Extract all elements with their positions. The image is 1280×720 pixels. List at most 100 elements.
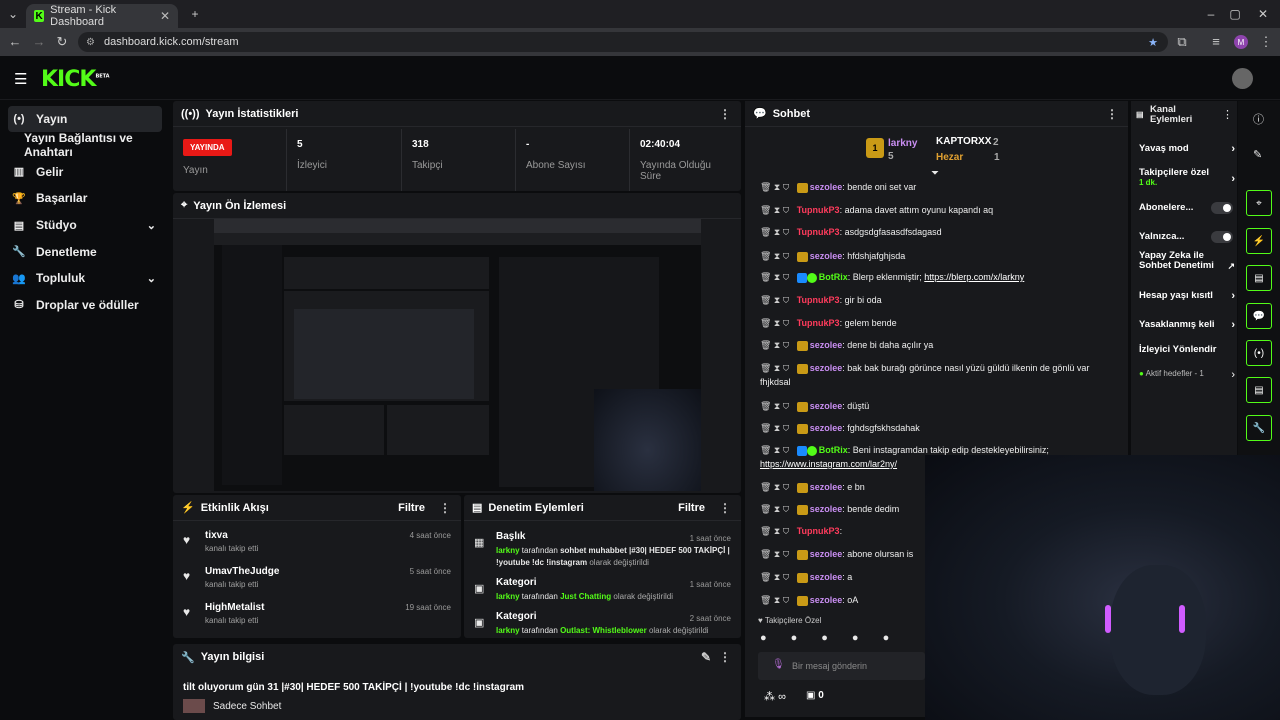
chat-username[interactable]: BotRix (819, 445, 848, 455)
kick-logo[interactable]: KICKBETA (41, 67, 110, 92)
chat-username[interactable]: sezolee (810, 401, 843, 411)
chat-username[interactable]: sezolee (810, 595, 843, 605)
chat-bubble-icon[interactable]: 💬 (1246, 303, 1272, 329)
chat-username[interactable]: BotRix (819, 272, 848, 282)
extensions-icon[interactable]: ⧉ (1174, 34, 1190, 50)
sidebar-item-gelir[interactable]: ▥ Gelir (0, 159, 170, 186)
more-options-icon[interactable]: ⋮ (1222, 108, 1233, 121)
more-options-icon[interactable]: ⋮ (439, 501, 451, 515)
more-options-icon[interactable]: ⋮ (1106, 107, 1118, 121)
mod-tools-icon[interactable]: 🗑 ⧗ ⛉ (760, 595, 792, 605)
chat-username[interactable]: sezolee (810, 482, 843, 492)
subscribers-only-action[interactable]: Abonelere... (1139, 202, 1233, 214)
leaderboard-name[interactable]: larkny (888, 138, 917, 149)
banned-words-action[interactable]: Yasaklanmış keli › (1139, 319, 1235, 331)
chat-username[interactable]: TupnukP3 (797, 318, 840, 328)
mod-tools-icon[interactable]: 🗑 ⧗ ⛉ (760, 227, 792, 237)
chat-username[interactable]: sezolee (810, 423, 843, 433)
new-tab-icon[interactable]: + (186, 5, 204, 23)
edit-pencil-icon[interactable]: ✎ (701, 650, 711, 664)
info-icon[interactable]: ⓘ (1253, 111, 1264, 127)
sidebar-item-stream-key[interactable]: Yayın Bağlantısı ve Anahtarı (0, 131, 170, 159)
mod-tools-icon[interactable]: 🗑 ⧗ ⛉ (760, 482, 792, 492)
chat-username[interactable]: sezolee (810, 504, 843, 514)
active-goals-action[interactable]: ● Aktif hedefler - 1 › (1139, 369, 1235, 381)
chat-link[interactable]: https://www.instagram.com/lar2ny/ (760, 459, 897, 469)
slow-mode-action[interactable]: Yavaş mod › (1139, 143, 1235, 155)
hamburger-menu-icon[interactable]: ☰ (14, 70, 27, 88)
back-icon[interactable]: ← (7, 34, 23, 49)
chat-username[interactable]: sezolee (810, 572, 843, 582)
forward-icon[interactable]: → (31, 34, 47, 49)
broadcast-icon[interactable]: (•) (1246, 340, 1272, 366)
emotes-only-toggle[interactable] (1211, 231, 1233, 243)
subscribers-only-toggle[interactable] (1211, 202, 1233, 214)
document-icon[interactable]: ▤ (1246, 265, 1272, 291)
microphone-icon[interactable]: 🎙 (772, 659, 785, 670)
mod-tools-icon[interactable]: 🗑 ⧗ ⛉ (760, 504, 792, 514)
sidebar-item-droplar[interactable]: ⛁ Droplar ve ödüller (0, 292, 170, 319)
user-avatar[interactable] (1232, 68, 1253, 89)
browser-tab[interactable]: K Stream - Kick Dashboard ✕ (26, 4, 178, 28)
more-options-icon[interactable]: ⋮ (719, 650, 731, 664)
mod-tools-icon[interactable]: 🗑 ⧗ ⛉ (760, 549, 792, 559)
leaderboard-name[interactable]: Hezar (936, 152, 963, 163)
ai-moderation-action[interactable]: Yapay Zeka ile Sohbet Denetimi ↗ (1139, 251, 1235, 272)
bolt-icon[interactable]: ⚡ (1246, 228, 1272, 254)
stream-preview-video[interactable] (214, 219, 701, 491)
mod-tools-icon[interactable]: 🗑 ⧗ ⛉ (760, 423, 792, 433)
pinned-filter-icon[interactable]: ⏷ (931, 168, 939, 179)
tab-search-icon[interactable]: ⌄ (4, 5, 22, 23)
edit-pencil-icon[interactable]: ✎ (1253, 148, 1262, 161)
mod-tools-icon[interactable]: 🗑 ⧗ ⛉ (760, 205, 792, 215)
more-options-icon[interactable]: ⋮ (719, 501, 731, 515)
mod-tools-icon[interactable]: 🗑 ⧗ ⛉ (760, 318, 792, 328)
channel-actions-icon[interactable]: ▤ (1246, 377, 1272, 403)
chat-username[interactable]: TupnukP3 (797, 295, 840, 305)
sidebar-item-topluluk[interactable]: 👥 Topluluk ⌄ (0, 265, 170, 292)
leaderboard-name[interactable]: KAPTORXX (936, 136, 991, 147)
browser-menu-icon[interactable]: ⋮ (1258, 34, 1274, 50)
filter-button[interactable]: Filtre (398, 502, 425, 514)
sidebar-item-denetleme[interactable]: 🔧 Denetleme (0, 238, 170, 265)
followers-only-action[interactable]: Takipçilere özel 1 dk. › (1139, 167, 1235, 187)
url-field[interactable]: ⚙ dashboard.kick.com/stream ★ (78, 32, 1168, 52)
tab-close-icon[interactable]: ✕ (160, 9, 170, 23)
sidebar-item-basarilar[interactable]: 🏆 Başarılar (0, 185, 170, 212)
mod-tools-icon[interactable]: 🗑 ⧗ ⛉ (760, 401, 792, 411)
chat-username[interactable]: TupnukP3 (797, 205, 840, 215)
mod-tools-icon[interactable]: 🗑 ⧗ ⛉ (760, 295, 792, 305)
chat-username[interactable]: TupnukP3 (797, 227, 840, 237)
chat-username[interactable]: TupnukP3 (797, 526, 840, 536)
chat-username[interactable]: sezolee (810, 549, 843, 559)
raid-action[interactable]: İzleyici Yönlendir (1139, 344, 1229, 355)
chat-link[interactable]: https://blerp.com/x/larkny (924, 272, 1024, 282)
mod-tools-icon[interactable]: 🗑 ⧗ ⛉ (760, 340, 792, 350)
sidebar-item-yayin[interactable]: (•) Yayın (8, 106, 162, 132)
mod-tools-icon[interactable]: 🗑 ⧗ ⛉ (760, 526, 792, 536)
more-options-icon[interactable]: ⋮ (719, 107, 731, 121)
bookmark-star-icon[interactable]: ★ (1148, 36, 1158, 49)
site-info-icon[interactable]: ⚙ (86, 37, 95, 48)
gift-icon[interactable]: ▣ 0 (806, 690, 824, 701)
mod-tools-icon[interactable]: 🗑 ⧗ ⛉ (760, 251, 792, 261)
mod-tools-icon[interactable]: 🗑 ⧗ ⛉ (760, 182, 792, 192)
account-age-action[interactable]: Hesap yaşı kısıtl › (1139, 290, 1235, 302)
restore-icon[interactable]: ▢ (1226, 5, 1244, 23)
mod-tools-icon[interactable]: 🗑 ⧗ ⛉ (760, 272, 792, 282)
chat-username[interactable]: sezolee (810, 182, 843, 192)
minimize-icon[interactable]: – (1202, 5, 1220, 23)
chat-username[interactable]: sezolee (810, 251, 843, 261)
emote-bar[interactable]: ●●●●● (760, 632, 913, 644)
mod-tools-icon[interactable]: 🗑 ⧗ ⛉ (760, 572, 792, 582)
sidebar-item-studyo[interactable]: ▤ Stüdyo ⌄ (0, 212, 170, 239)
reload-icon[interactable]: ↻ (54, 34, 70, 50)
emotes-only-action[interactable]: Yalnızca... (1139, 231, 1233, 243)
chat-username[interactable]: sezolee (810, 363, 843, 373)
wrench-icon[interactable]: 🔧 (1246, 415, 1272, 441)
mod-tools-icon[interactable]: 🗑 ⧗ ⛉ (760, 445, 792, 455)
close-window-icon[interactable]: ✕ (1254, 5, 1272, 23)
profile-avatar[interactable]: M (1234, 35, 1248, 49)
mod-tools-icon[interactable]: 🗑 ⧗ ⛉ (760, 363, 792, 373)
media-control-icon[interactable]: ≡ (1208, 34, 1224, 49)
